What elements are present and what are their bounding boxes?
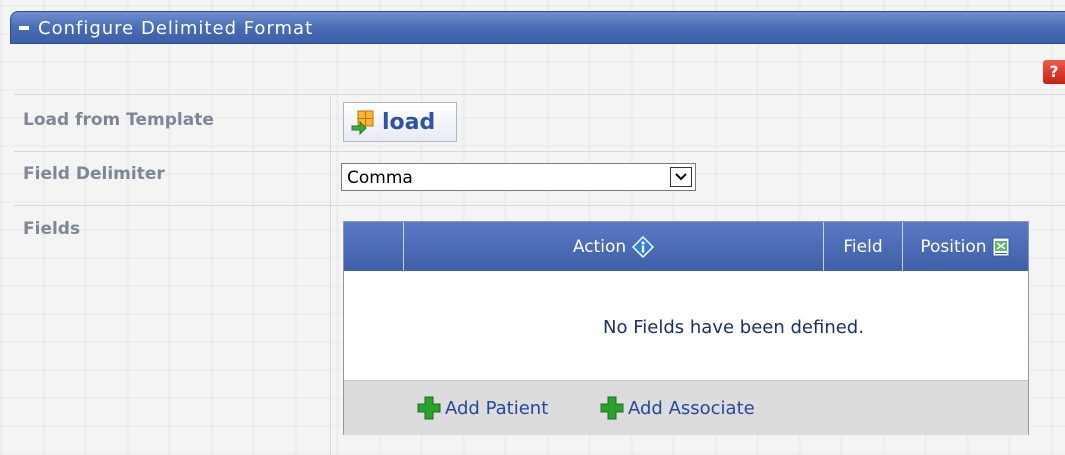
grid-footer: Add Patient Add Associate — [344, 380, 1028, 435]
column-action-label: Action — [572, 236, 627, 257]
column-divider — [330, 94, 331, 455]
grid-column-position: Position — [903, 222, 1028, 271]
row-divider — [14, 205, 1065, 206]
field-delimiter-value: Comma — [347, 168, 413, 188]
plus-icon — [417, 396, 441, 420]
minus-icon[interactable] — [19, 26, 29, 30]
add-patient-label: Add Patient — [445, 397, 549, 419]
empty-fields-message: No Fields have been defined. — [603, 317, 864, 338]
load-template-label: Load from Template — [23, 110, 214, 130]
page: Configure Delimited Format ? Load from T… — [0, 0, 1065, 455]
grid-column-select — [344, 222, 404, 271]
row-divider — [14, 94, 1065, 95]
row-divider — [14, 151, 1065, 152]
export-icon[interactable] — [991, 236, 1011, 258]
section-header[interactable]: Configure Delimited Format — [10, 11, 1065, 44]
section-title: Configure Delimited Format — [38, 18, 314, 39]
fields-label: Fields — [23, 219, 81, 239]
load-template-icon — [351, 110, 374, 135]
grid-column-field: Field — [824, 222, 903, 271]
field-delimiter-label: Field Delimiter — [23, 164, 165, 184]
add-patient-button[interactable]: Add Patient — [417, 396, 548, 420]
grid-header: Action Field Position — [344, 222, 1028, 271]
info-icon[interactable] — [632, 235, 655, 258]
field-delimiter-select[interactable]: Comma — [341, 163, 696, 191]
plus-icon — [600, 396, 624, 420]
column-position-label: Position — [920, 236, 987, 257]
chevron-down-icon[interactable] — [670, 167, 692, 187]
help-icon[interactable]: ? — [1043, 60, 1065, 84]
grid-column-action: Action — [404, 222, 824, 271]
fields-grid: Action Field Position No Fields have bee… — [343, 221, 1029, 435]
add-associate-button[interactable]: Add Associate — [600, 396, 755, 420]
load-button-label: load — [382, 109, 436, 135]
load-template-button[interactable]: load — [343, 102, 457, 142]
add-associate-label: Add Associate — [628, 397, 755, 419]
